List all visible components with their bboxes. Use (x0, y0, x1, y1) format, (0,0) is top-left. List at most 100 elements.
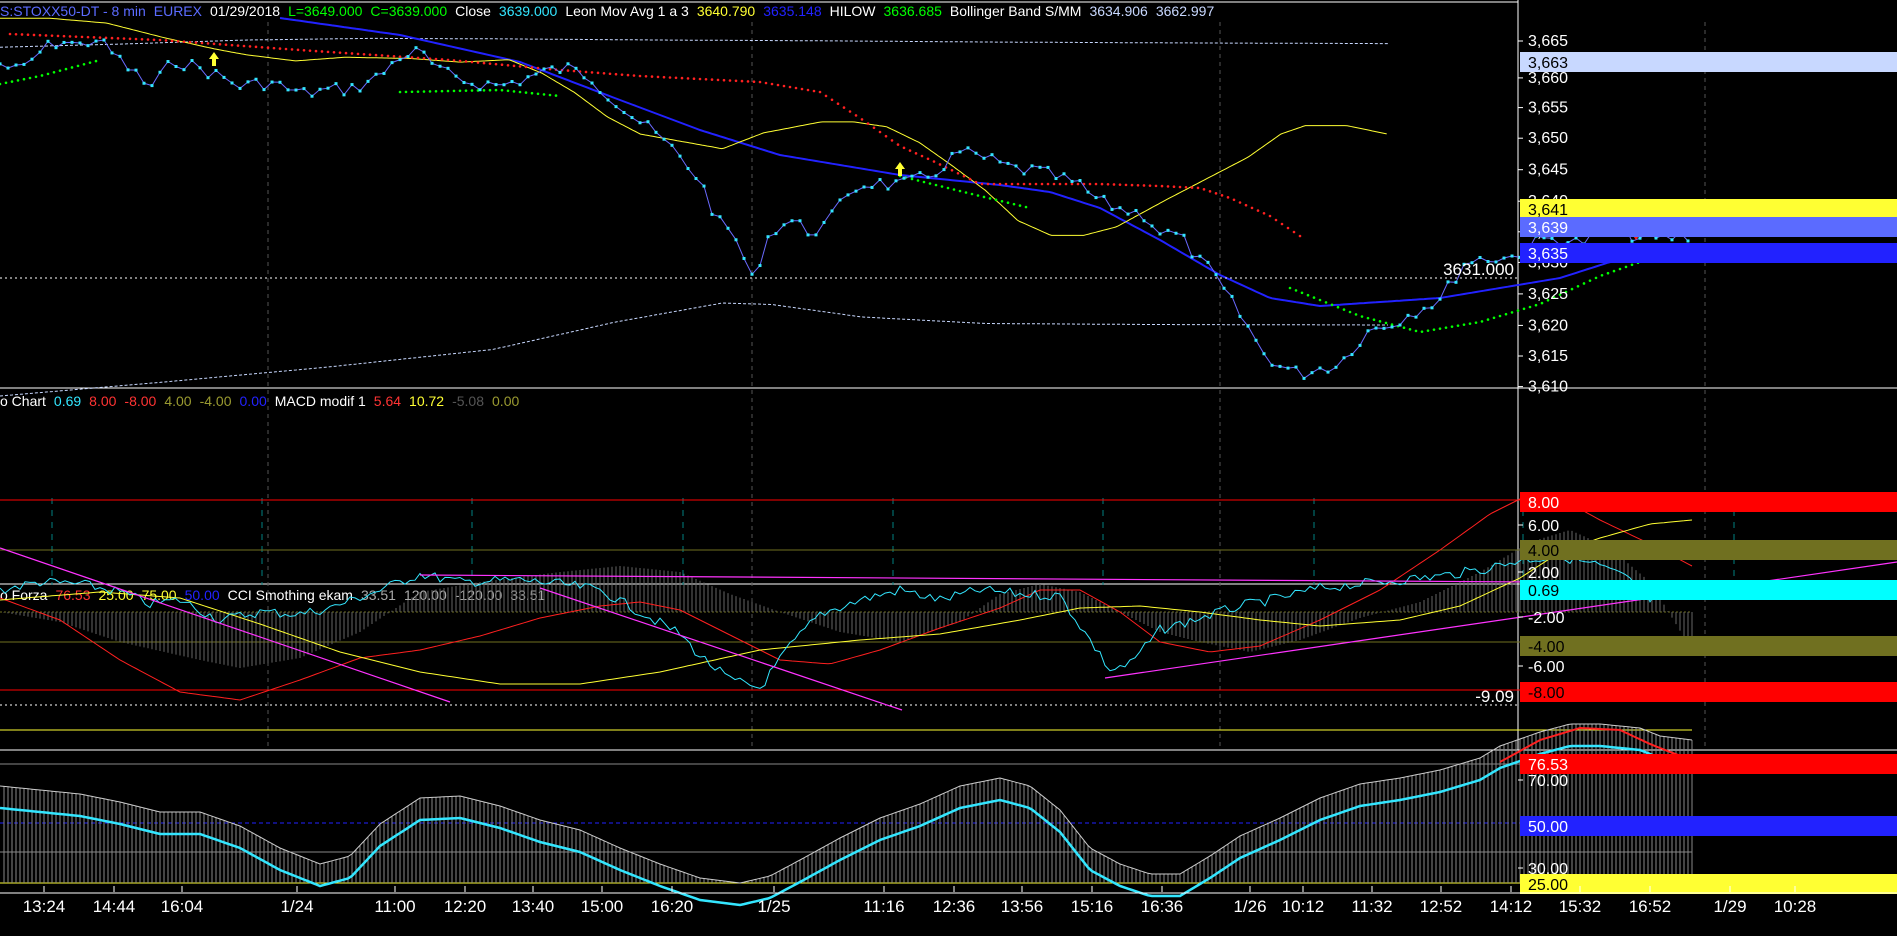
close-price-dot (902, 176, 906, 180)
macd-tick-label: -2.00 (1528, 610, 1565, 627)
hilow-dot (368, 53, 372, 56)
close-price-dot (846, 193, 850, 197)
hilow-dot (922, 180, 926, 184)
close-price-dot (86, 44, 90, 48)
close-price-dot (886, 187, 890, 191)
hilow-dot (94, 59, 98, 63)
hilow-dot (1298, 234, 1302, 238)
hilow-dot (734, 79, 738, 83)
price-marker (1520, 243, 1897, 263)
close-price-dot (318, 87, 322, 91)
hilow-dot (1426, 329, 1430, 332)
close-price-dot (542, 67, 546, 71)
close-price-dot (422, 50, 426, 54)
hilow-dot (1124, 183, 1128, 187)
close-price-dot (134, 68, 138, 72)
hilow-dot (1342, 308, 1346, 311)
hilow-dot (794, 86, 798, 90)
close-price-dot (462, 81, 466, 85)
hilow-dot (788, 85, 792, 89)
hilow-dot (1214, 192, 1218, 195)
close-price-dot (1230, 294, 1234, 298)
close-price-dot (558, 70, 562, 74)
hilow-dot (1600, 274, 1604, 277)
hilow-dot (64, 67, 68, 71)
hilow-dot (1576, 284, 1580, 288)
close-price-dot (934, 174, 938, 178)
hilow-dot (122, 37, 126, 40)
close-price-dot (1406, 313, 1410, 317)
close-price-dot (654, 130, 658, 134)
close-price-dot (1270, 363, 1274, 367)
hilow-dot (1166, 185, 1170, 188)
hilow-dot (446, 58, 450, 62)
close-price-dot (294, 88, 298, 92)
close-price-dot (582, 76, 586, 80)
hilow-dot (968, 177, 972, 181)
hilow-dot (1202, 188, 1206, 191)
hilow-dot (1136, 183, 1140, 187)
hilow-dot (1474, 321, 1478, 324)
hilow-dot (14, 32, 18, 36)
hilow-dot (848, 110, 852, 113)
hilow-dot (218, 42, 222, 46)
price-tick-label: 3,665 (1528, 33, 1568, 50)
hilow-dot (980, 182, 984, 186)
close-price-dot (1398, 323, 1402, 327)
cci-marker-label: 76.53 (1528, 757, 1568, 774)
close-price-dot (230, 81, 234, 85)
time-tick-label: 16:20 (651, 897, 694, 916)
hilow-dot (1118, 183, 1122, 186)
close-price-dot (1286, 366, 1290, 370)
close-price-dot (382, 71, 386, 75)
hilow-dot (1360, 315, 1364, 318)
hilow-dot (910, 177, 914, 181)
hilow-dot (836, 102, 840, 105)
hilow-dot (1148, 184, 1152, 187)
hilow-dot (392, 54, 396, 58)
close-price-dot (1390, 325, 1394, 329)
hilow-dot (584, 70, 588, 74)
trading-chart[interactable]: 3631.0003,6653,6603,6553,6503,6453,6403,… (0, 0, 1897, 936)
hilow-dot (638, 74, 642, 78)
close-price-dot (702, 184, 706, 188)
hilow-dot (92, 36, 96, 39)
close-price-dot (1478, 255, 1482, 259)
close-price-dot (1262, 352, 1266, 356)
close-price-dot (326, 86, 330, 90)
hilow-dot (530, 91, 534, 95)
close-price-dot (238, 86, 242, 90)
hilow-dot (692, 77, 696, 80)
close-price-dot (1022, 172, 1026, 176)
hilow-dot (296, 48, 300, 52)
hilow-dot (362, 52, 366, 56)
hilow-dot (458, 59, 462, 63)
hilow-dot (1034, 182, 1038, 186)
close-price-dot (166, 60, 170, 64)
hilow-dot (884, 134, 888, 138)
hilow-dot (976, 194, 980, 197)
hilow-dot (242, 44, 246, 48)
time-tick-label: 1/29 (1713, 897, 1746, 916)
hilow-dot (446, 89, 450, 93)
close-price-dot (638, 121, 642, 125)
close-price-dot (622, 111, 626, 115)
close-price-dot (246, 80, 250, 84)
close-price-dot (1278, 364, 1282, 368)
close-price-dot (438, 64, 442, 68)
hilow-dot (200, 41, 204, 45)
macd-trendline (539, 587, 903, 711)
hilow-dot (458, 89, 462, 93)
hilow-dot (1408, 328, 1412, 331)
close-price-dot (214, 68, 218, 72)
hilow-dot (152, 38, 156, 42)
close-price-dot (1630, 239, 1634, 243)
close-price-dot (838, 198, 842, 202)
close-price-dot (526, 75, 530, 79)
hilow-dot (308, 49, 312, 52)
close-price-dot (126, 68, 130, 72)
hilow-dot (170, 39, 174, 43)
hilow-dot (704, 78, 708, 81)
hilow-dot (872, 126, 876, 130)
hilow-dot (398, 90, 402, 94)
